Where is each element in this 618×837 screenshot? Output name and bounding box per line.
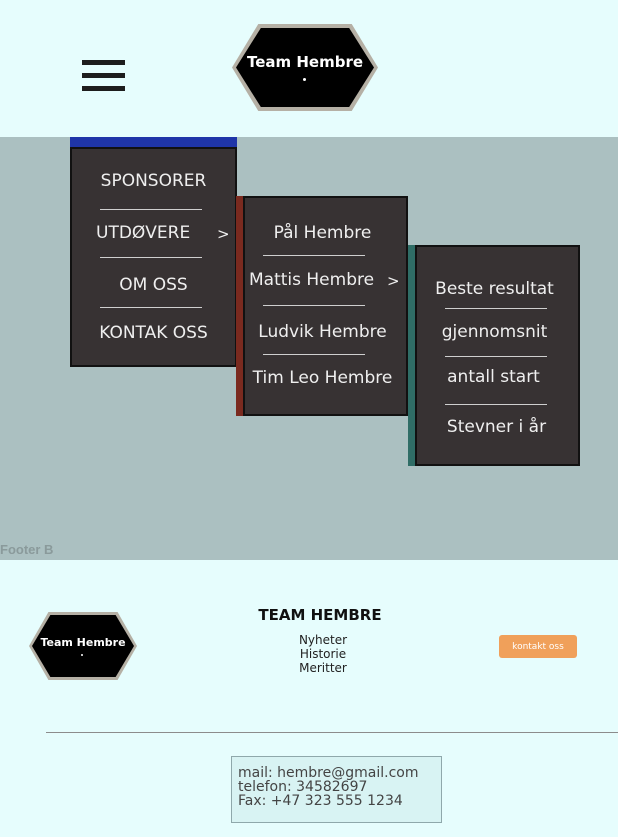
footer-logo[interactable]: Team Hembre — [29, 612, 137, 680]
menu-item-utdovere[interactable]: UTDØVERE — [96, 223, 235, 243]
submenu-chevron-icon: > — [387, 272, 400, 290]
menu-divider — [100, 209, 202, 210]
contact-fax: Fax: +47 323 555 1234 — [238, 793, 403, 809]
menu-item-sponsorer[interactable]: SPONSORER — [72, 171, 235, 191]
menu-item-gjennomsnit[interactable]: gjennomsnit — [411, 322, 578, 342]
menu-level1: SPONSORER UTDØVERE > OM OSS KONTAK OSS — [70, 147, 237, 367]
contact-us-button[interactable]: kontakt oss — [499, 635, 577, 658]
header-logo[interactable]: Team Hembre — [232, 24, 378, 111]
footer-divider — [46, 732, 618, 733]
menu-divider — [263, 354, 365, 355]
menu-level2: Pål Hembre Mattis Hembre > Ludvik Hembre… — [243, 196, 408, 416]
footer-section-label: Footer B — [0, 542, 54, 557]
menu-item-kontak-oss[interactable]: KONTAK OSS — [72, 323, 235, 343]
footer-logo-text: Team Hembre — [40, 635, 126, 649]
header-logo-text: Team Hembre — [246, 52, 364, 71]
logo-dot-icon — [303, 78, 306, 81]
menu-item-ludvik-hembre[interactable]: Ludvik Hembre — [239, 322, 406, 342]
contact-info-box: mail: hembre@gmail.com telefon: 34582697… — [231, 756, 442, 823]
submenu-chevron-icon: > — [217, 225, 230, 243]
footer-link-historie[interactable]: Historie — [260, 647, 386, 661]
menu-item-stevner-i-ar[interactable]: Stevner i år — [415, 417, 578, 437]
footer-link-nyheter[interactable]: Nyheter — [260, 633, 386, 647]
contact-mail: mail: hembre@gmail.com — [238, 765, 419, 781]
footer-link-meritter[interactable]: Meritter — [260, 661, 386, 675]
footer-title: TEAM HEMBRE — [258, 606, 382, 624]
menu-item-beste-resultat[interactable]: Beste resultat — [411, 279, 578, 299]
menu-item-pal-hembre[interactable]: Pål Hembre — [239, 223, 406, 243]
menu-item-tim-leo-hembre[interactable]: Tim Leo Hembre — [239, 368, 406, 388]
menu-item-utdovere-label: UTDØVERE — [96, 223, 191, 243]
menu-item-mattis-hembre-label: Mattis Hembre — [249, 270, 375, 290]
menu-divider — [100, 307, 202, 308]
site-header: Team Hembre — [0, 0, 618, 137]
contact-phone: telefon: 34582697 — [238, 779, 368, 795]
menu-level3: Beste resultat gjennomsnit antall start … — [415, 245, 580, 466]
menu-divider — [445, 308, 547, 309]
menu-divider — [445, 356, 547, 357]
logo-dot-icon — [81, 654, 83, 656]
menu-divider — [445, 404, 547, 405]
menu-item-om-oss[interactable]: OM OSS — [72, 275, 235, 295]
menu-divider — [263, 305, 365, 306]
menu-item-antall-start[interactable]: antall start — [409, 367, 578, 387]
hamburger-menu-icon[interactable] — [82, 60, 125, 92]
footer-links: Nyheter Historie Meritter — [260, 633, 386, 675]
menu-level1-accent-bar — [70, 137, 237, 147]
menu-divider — [100, 257, 202, 258]
menu-divider — [263, 255, 365, 256]
menu-item-mattis-hembre[interactable]: Mattis Hembre — [249, 270, 406, 290]
